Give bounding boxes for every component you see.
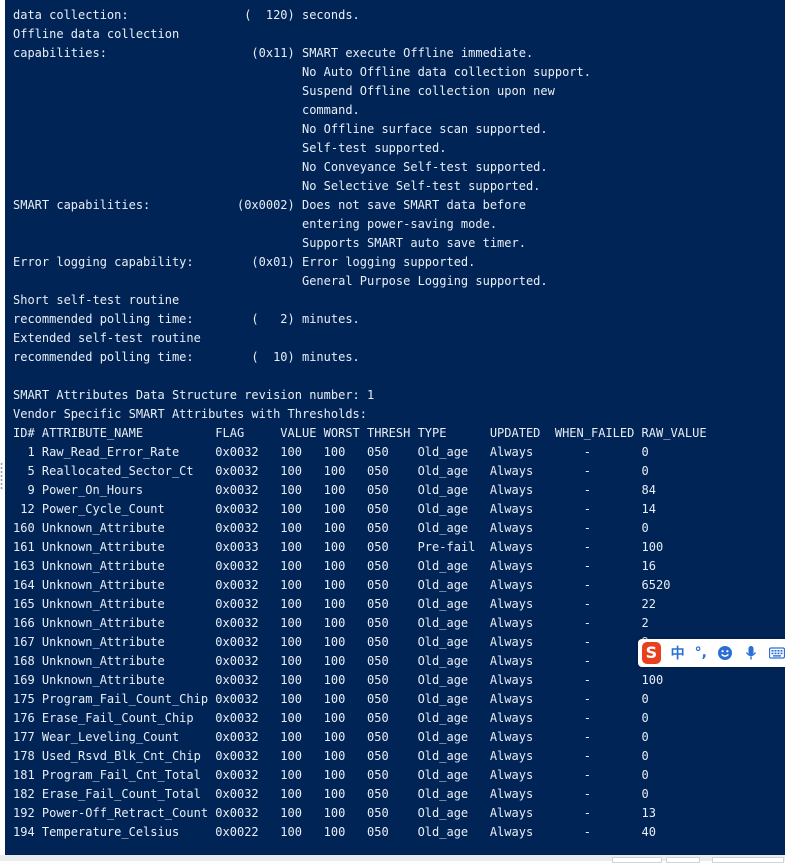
terminal-line: Extended self-test routine xyxy=(13,331,201,345)
terminal-line: 181 Program_Fail_Cnt_Total 0x0032 100 10… xyxy=(13,768,649,782)
terminal-line: 169 Unknown_Attribute 0x0032 100 100 050… xyxy=(13,673,664,687)
terminal-line: Offline data collection xyxy=(13,27,180,41)
terminal-line: recommended polling time: ( 10) minutes. xyxy=(13,350,360,364)
terminal-window[interactable]: data collection: ( 120) seconds. Offline … xyxy=(5,0,785,855)
terminal-line: Suspend Offline collection upon new xyxy=(13,84,555,98)
sogou-logo-icon[interactable]: S xyxy=(642,642,661,664)
terminal-output: data collection: ( 120) seconds. Offline … xyxy=(13,6,785,842)
terminal-line: General Purpose Logging supported. xyxy=(13,274,548,288)
terminal-line: 161 Unknown_Attribute 0x0033 100 100 050… xyxy=(13,540,664,554)
terminal-line: Supports SMART auto save timer. xyxy=(13,236,526,250)
terminal-line: command. xyxy=(13,103,360,117)
terminal-line: SMART capabilities: (0x0002) Does not sa… xyxy=(13,198,526,212)
terminal-line: 9 Power_On_Hours 0x0032 100 100 050 Old_… xyxy=(13,483,656,497)
terminal-line: No Selective Self-test supported. xyxy=(13,179,541,193)
terminal-line: 192 Power-Off_Retract_Count 0x0032 100 1… xyxy=(13,806,656,820)
drag-handle[interactable] xyxy=(0,462,3,490)
terminal-line: 178 Used_Rsvd_Blk_Cnt_Chip 0x0032 100 10… xyxy=(13,749,649,763)
bottom-tab[interactable] xyxy=(666,857,700,863)
terminal-line: 182 Erase_Fail_Count_Total 0x0032 100 10… xyxy=(13,787,649,801)
terminal-line: ID# ATTRIBUTE_NAME FLAG VALUE WORST THRE… xyxy=(13,426,707,440)
microphone-icon[interactable] xyxy=(743,645,759,661)
terminal-line: capabilities: (0x11) SMART execute Offli… xyxy=(13,46,534,60)
bottom-tab[interactable] xyxy=(712,857,784,863)
terminal-line: SMART Attributes Data Structure revision… xyxy=(13,388,375,402)
terminal-line: 164 Unknown_Attribute 0x0032 100 100 050… xyxy=(13,578,671,592)
terminal-line: 166 Unknown_Attribute 0x0032 100 100 050… xyxy=(13,616,649,630)
bottom-tab[interactable] xyxy=(612,857,662,863)
terminal-line: Vendor Specific SMART Attributes with Th… xyxy=(13,407,368,421)
terminal-line: 175 Program_Fail_Count_Chip 0x0032 100 1… xyxy=(13,692,649,706)
terminal-line: data collection: ( 120) seconds. xyxy=(13,8,360,22)
terminal-line: 177 Wear_Leveling_Count 0x0032 100 100 0… xyxy=(13,730,649,744)
punctuation-toggle[interactable]: °, xyxy=(695,646,707,660)
keyboard-icon[interactable] xyxy=(769,645,785,661)
terminal-line: recommended polling time: ( 2) minutes. xyxy=(13,312,360,326)
ime-toolbar[interactable]: S 中 °, xyxy=(638,639,785,667)
terminal-line: 163 Unknown_Attribute 0x0032 100 100 050… xyxy=(13,559,656,573)
terminal-line: No Offline surface scan supported. xyxy=(13,122,548,136)
terminal-line: No Auto Offline data collection support. xyxy=(13,65,591,79)
terminal-line: 194 Temperature_Celsius 0x0022 100 100 0… xyxy=(13,825,656,839)
terminal-line: 165 Unknown_Attribute 0x0032 100 100 050… xyxy=(13,597,656,611)
terminal-line: Self-test supported. xyxy=(13,141,447,155)
terminal-line: Error logging capability: (0x01) Error l… xyxy=(13,255,476,269)
terminal-line: No Conveyance Self-test supported. xyxy=(13,160,548,174)
emoji-icon[interactable] xyxy=(717,645,733,661)
language-toggle[interactable]: 中 xyxy=(671,643,685,663)
terminal-line: entering power-saving mode. xyxy=(13,217,498,231)
terminal-line: 176 Erase_Fail_Count_Chip 0x0032 100 100… xyxy=(13,711,649,725)
terminal-line: Short self-test routine xyxy=(13,293,180,307)
terminal-line: 1 Raw_Read_Error_Rate 0x0032 100 100 050… xyxy=(13,445,649,459)
terminal-line: 12 Power_Cycle_Count 0x0032 100 100 050 … xyxy=(13,502,656,516)
terminal-line: 5 Reallocated_Sector_Ct 0x0032 100 100 0… xyxy=(13,464,649,478)
terminal-line: 160 Unknown_Attribute 0x0032 100 100 050… xyxy=(13,521,649,535)
